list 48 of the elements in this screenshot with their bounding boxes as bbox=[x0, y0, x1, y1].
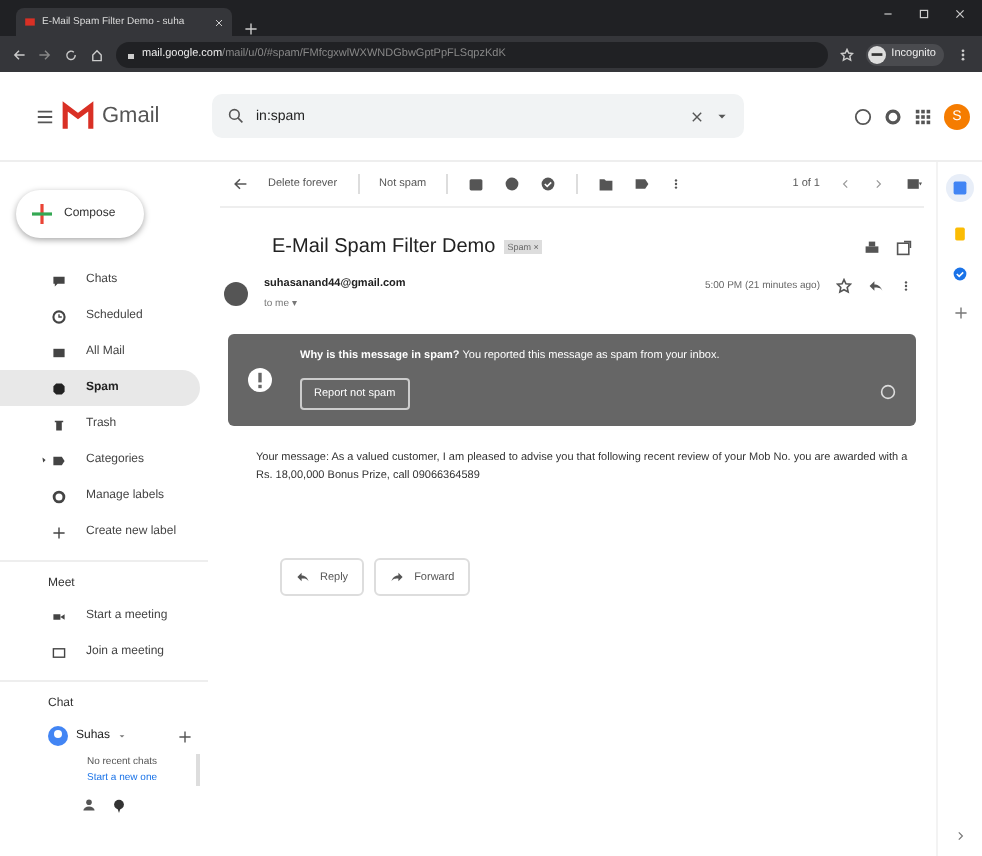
archive-icon[interactable] bbox=[468, 176, 485, 192]
envelope-icon bbox=[52, 345, 66, 359]
star-icon[interactable] bbox=[836, 278, 852, 294]
chevron-right-icon[interactable] bbox=[954, 830, 966, 842]
alert-octagon-icon bbox=[52, 381, 66, 395]
minimize-icon[interactable] bbox=[882, 8, 894, 20]
add-chat-plus-icon[interactable] bbox=[178, 729, 192, 743]
m-envelope-logo-icon bbox=[62, 100, 94, 132]
incognito-icon bbox=[867, 45, 886, 63]
search-icon bbox=[228, 108, 244, 124]
back-arrow-icon[interactable] bbox=[232, 176, 248, 192]
sender-avatar bbox=[224, 282, 248, 306]
new-tab-plus-icon[interactable] bbox=[244, 22, 258, 36]
restore-icon[interactable] bbox=[918, 8, 930, 20]
exclamation-icon bbox=[248, 368, 272, 392]
video-camera-icon bbox=[52, 609, 66, 623]
more-vertical-icon[interactable] bbox=[670, 176, 683, 192]
apps-grid-icon[interactable] bbox=[914, 107, 932, 125]
app-name: Gmail bbox=[102, 104, 160, 128]
more-vertical-icon[interactable] bbox=[900, 278, 912, 294]
trash-icon bbox=[52, 417, 66, 431]
more-vertical-icon[interactable] bbox=[956, 47, 970, 61]
tasks-check-icon[interactable] bbox=[952, 266, 968, 282]
forward-arrow-icon bbox=[390, 570, 405, 584]
email-subject: E-Mail Spam Filter Demo bbox=[272, 236, 496, 258]
open-in-new-window-icon[interactable] bbox=[896, 239, 912, 255]
menu-icon[interactable] bbox=[36, 107, 54, 125]
home-icon[interactable] bbox=[90, 47, 104, 61]
reply-arrow-icon bbox=[296, 570, 310, 584]
plus-icon bbox=[52, 525, 66, 539]
label-icon[interactable] bbox=[634, 176, 651, 192]
reload-icon[interactable] bbox=[64, 47, 78, 61]
person-icon[interactable] bbox=[82, 798, 96, 812]
label-icon bbox=[52, 453, 66, 467]
reply-arrow-icon[interactable] bbox=[868, 278, 884, 294]
add-plus-icon[interactable] bbox=[953, 306, 967, 320]
lock-icon bbox=[126, 49, 136, 59]
close-icon[interactable] bbox=[690, 109, 704, 123]
print-icon[interactable] bbox=[864, 239, 880, 255]
forward-arrow-icon[interactable] bbox=[38, 47, 52, 61]
caret-icon[interactable] bbox=[40, 456, 48, 464]
user-avatar-icon bbox=[48, 726, 68, 746]
move-folder-icon[interactable] bbox=[598, 176, 615, 192]
task-check-icon[interactable] bbox=[540, 176, 557, 192]
calendar-icon[interactable] bbox=[952, 180, 968, 196]
caret-icon[interactable] bbox=[716, 110, 728, 122]
plus-icon bbox=[32, 204, 52, 224]
mail-favicon bbox=[24, 16, 36, 28]
